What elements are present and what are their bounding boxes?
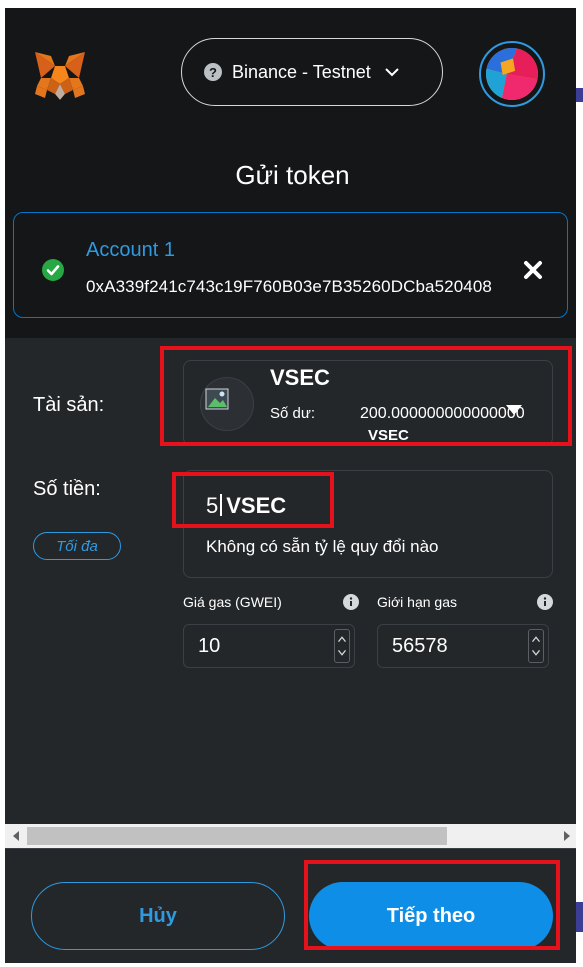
scroll-left-icon[interactable] (7, 824, 25, 848)
info-icon[interactable] (343, 594, 359, 610)
amount-unit: VSEC (226, 493, 287, 518)
network-help-icon: ? (204, 63, 222, 81)
spinner-arrows-icon[interactable] (528, 629, 544, 663)
gas-price-value: 10 (198, 635, 221, 657)
caret-down-icon (506, 405, 522, 415)
network-selector[interactable]: ? Binance - Testnet (181, 38, 443, 106)
account-address: 0xA339f241c743c19F760B03e7B35260DCba5204… (86, 277, 492, 296)
spinner-arrows-icon[interactable] (334, 629, 350, 663)
balance-unit: VSEC (368, 427, 409, 444)
background-edge (576, 0, 583, 967)
close-icon[interactable] (522, 259, 544, 281)
gas-limit-value: 56578 (392, 635, 448, 657)
network-label: Binance - Testnet (232, 61, 371, 82)
avatar (486, 48, 538, 100)
amount-value: 5 (206, 493, 219, 518)
token-image (200, 377, 254, 431)
gas-price-input[interactable]: 10 (183, 624, 355, 668)
balance-label: Số dư: (270, 405, 316, 422)
amount-label: Số tiền: (33, 478, 101, 500)
token-symbol: VSEC (270, 365, 330, 390)
info-icon[interactable] (537, 594, 553, 610)
asset-label: Tài sản: (33, 394, 105, 416)
amount-input[interactable]: 5 VSEC Không có sẵn tỷ lệ quy đổi nào (183, 470, 553, 578)
check-circle-icon (42, 259, 64, 281)
next-button[interactable]: Tiếp theo (309, 882, 553, 950)
amount-value-row: 5 VSEC (206, 493, 286, 519)
asset-selector[interactable]: VSEC Số dư: 200.000000000000000 VSEC (183, 360, 553, 446)
account-avatar-button[interactable] (479, 41, 545, 107)
page-title: Gửi token (235, 160, 350, 190)
text-cursor (220, 494, 223, 516)
metamask-fox-icon[interactable] (31, 48, 89, 106)
scroll-right-icon[interactable] (558, 824, 576, 848)
selected-account-card: Account 1 0xA339f241c743c19F760B03e7B352… (13, 212, 568, 318)
balance-value: 200.000000000000000 (360, 405, 525, 422)
metamask-popup: ? Binance - Testnet Gửi token Account 1 … (5, 8, 580, 963)
background-edge-mark (576, 902, 583, 932)
scrollbar-thumb[interactable] (27, 827, 447, 845)
cancel-button[interactable]: Hủy (31, 882, 285, 950)
footer-divider (5, 848, 580, 849)
horizontal-scrollbar[interactable] (5, 824, 580, 848)
account-name: Account 1 (86, 239, 175, 261)
conversion-rate-text: Không có sẵn tỷ lệ quy đổi nào (206, 537, 439, 556)
chevron-down-icon (385, 67, 399, 76)
background-edge-mark (576, 88, 583, 102)
broken-image-icon (205, 388, 229, 410)
gas-limit-label: Giới hạn gas (377, 594, 458, 610)
gas-limit-input[interactable]: 56578 (377, 624, 549, 668)
max-amount-button[interactable]: Tối đa (33, 532, 121, 560)
gas-price-label: Giá gas (GWEI) (183, 594, 282, 610)
